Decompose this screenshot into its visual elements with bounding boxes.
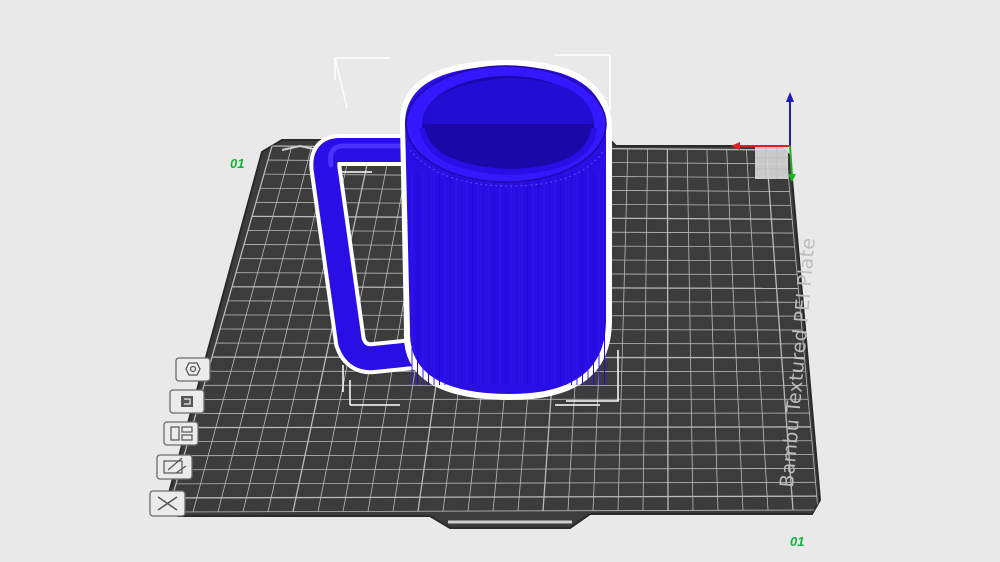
arrange-button[interactable]: [169, 389, 205, 414]
plate-index-label: 01: [230, 156, 244, 171]
grid-line: [191, 426, 811, 429]
origin-patch: [755, 147, 788, 179]
z-axis-arrow: [786, 92, 794, 102]
edit-plate-button[interactable]: [156, 454, 193, 480]
plate-bottom-label: 01: [790, 534, 804, 549]
mug-body[interactable]: [400, 60, 612, 400]
delete-plate-button[interactable]: [149, 490, 186, 517]
3d-viewport[interactable]: Bambu Textured PEI Plate 01 01: [0, 0, 1000, 562]
layout-button[interactable]: [163, 421, 199, 446]
arrange-icon: [181, 396, 193, 407]
orient-button[interactable]: [175, 357, 211, 382]
